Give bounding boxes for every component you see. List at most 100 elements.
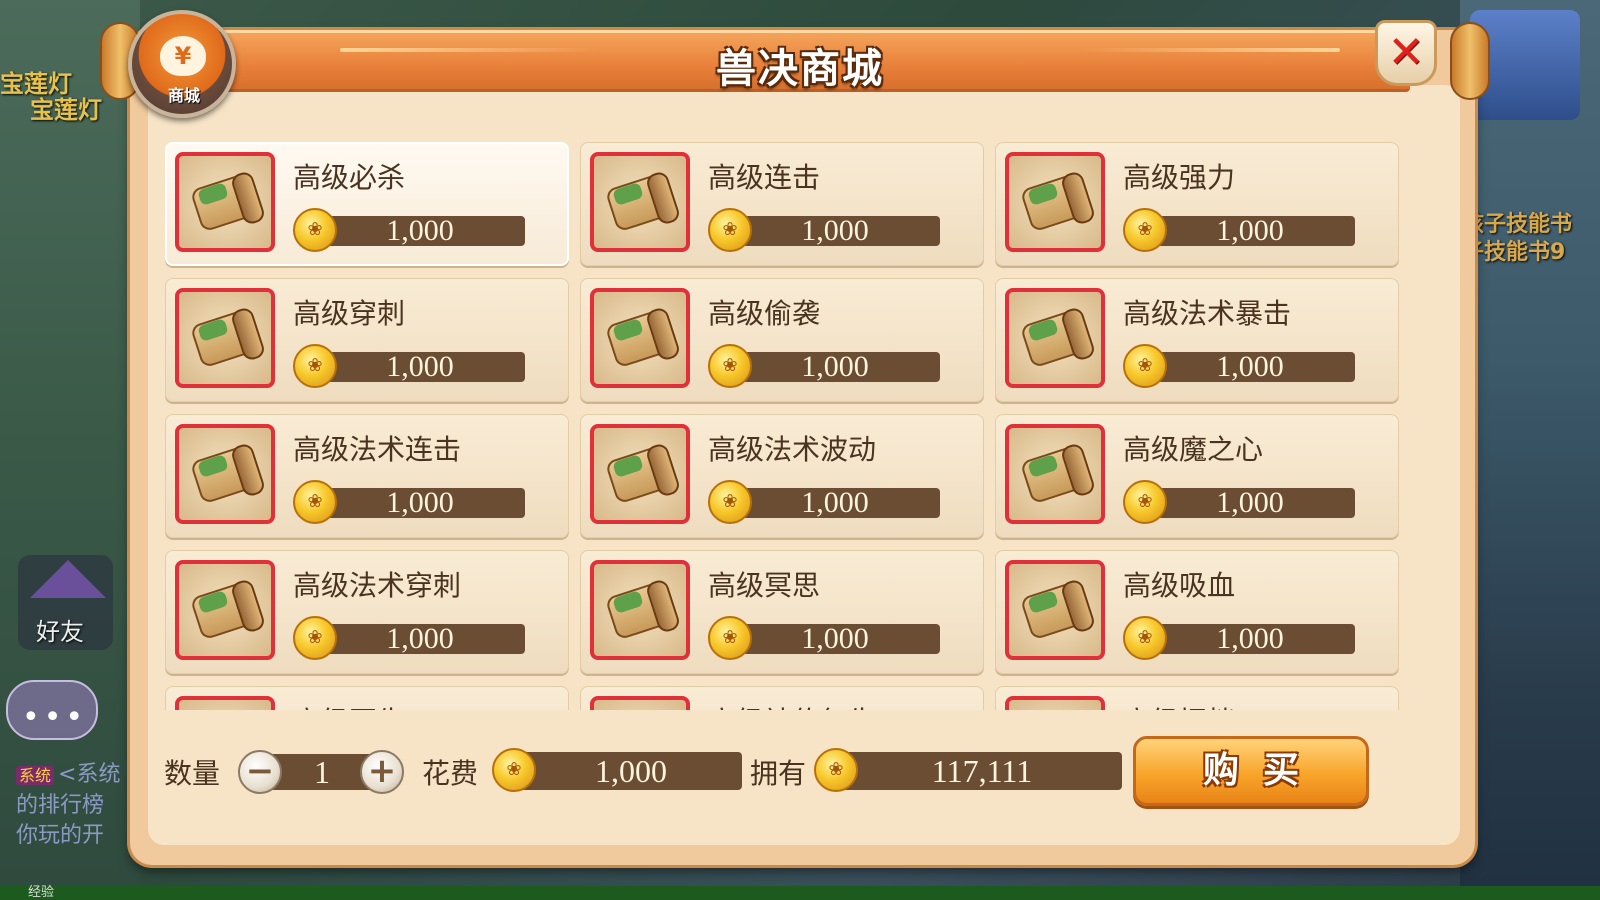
skill-book-scroll-icon [1005,424,1105,524]
item-name: 高级必杀 [293,161,406,194]
chat-bubble-icon: ••• [22,700,88,735]
coin-icon: ❀ [1123,480,1167,524]
item-card[interactable]: 高级法术穿刺 1,000 ❀ [165,550,569,674]
item-grid: 高级必杀 1,000 ❀ 高级连击 1,000 ❀ 高级强力 1,000 ❀ 高级穿刺 1,000 ❀… [165,142,1405,710]
item-price: 1,000 [1145,488,1355,518]
item-card[interactable]: 高级法术暴击 1,000 ❀ [995,278,1399,402]
item-name: 高级穿刺 [293,297,406,330]
item-name: 高级偷袭 [708,297,821,330]
item-card[interactable]: 高级再生1,000❀ [165,686,569,710]
title-ornament-left [340,48,600,52]
cost-label: 花费 [422,757,479,790]
item-name: 高级强力 [1123,161,1236,194]
shop-badge-label: 商城 [167,86,200,105]
skill-book-scroll-icon [590,560,690,660]
title-ornament-right [1080,48,1340,52]
experience-bar [0,886,1600,900]
item-price: 1,000 [730,352,940,382]
item-card[interactable]: 高级偷袭 1,000 ❀ [580,278,984,402]
decrease-quantity-button[interactable]: − [238,750,282,794]
item-price: 1,000 [315,488,525,518]
item-card[interactable]: 高级穿刺 1,000 ❀ [165,278,569,402]
item-card[interactable]: 高级魔之心 1,000 ❀ [995,414,1399,538]
skill-book-scroll-icon [175,288,275,388]
coin-icon: ❀ [293,480,337,524]
coin-icon: ❀ [708,616,752,660]
skill-book-scroll-icon [1005,152,1105,252]
system-line-1: <系统 [58,762,121,787]
item-card[interactable]: 高级吸血 1,000 ❀ [995,550,1399,674]
increase-quantity-button[interactable]: + [360,750,404,794]
item-name: 高级吸血 [1123,569,1236,602]
item-card[interactable]: 高级招档1,000❀ [995,686,1399,710]
item-price: 1,000 [1145,216,1355,246]
owned-value: 117,111 [842,752,1122,790]
item-list[interactable]: 高级必杀 1,000 ❀ 高级连击 1,000 ❀ 高级强力 1,000 ❀ 高级穿刺 1,000 ❀… [165,142,1405,710]
wizard-hat-icon [30,560,106,598]
friend-label: 好友 [36,618,84,646]
skill-book-scroll-icon [1005,696,1105,710]
buy-button[interactable]: 购买 [1133,736,1369,806]
experience-label: 经验 [28,885,55,900]
item-name: 高级法术波动 [708,433,877,466]
coin-icon: ❀ [492,748,536,792]
item-name: 高级招档 [1123,700,1235,710]
cost-value: 1,000 [520,752,742,790]
item-card[interactable]: 高级法术波动 1,000 ❀ [580,414,984,538]
item-price: 1,000 [1145,352,1355,382]
item-card[interactable]: 高级神佑复生1,000❀ [580,686,984,710]
item-card[interactable]: 高级强力 1,000 ❀ [995,142,1399,266]
coin-icon: ❀ [1123,616,1167,660]
system-line-3: 你玩的开 [16,823,105,848]
money-bag-icon: ¥ [160,36,206,76]
skill-book-scroll-icon [590,152,690,252]
coin-icon: ❀ [708,208,752,252]
system-message: 系统 <系统 的排行榜 你玩的开 [16,760,146,851]
quantity-label: 数量 [164,757,221,790]
item-price: 1,000 [315,216,525,246]
skill-book-scroll-icon [175,696,275,710]
skill-book-scroll-icon [590,424,690,524]
skill-book-scroll-icon [1005,288,1105,388]
item-price: 1,000 [315,352,525,382]
item-card[interactable]: 高级冥思 1,000 ❀ [580,550,984,674]
owned-label: 拥有 [750,757,807,790]
item-name: 高级连击 [708,161,821,194]
dialog-title: 兽决商城 [716,46,884,92]
close-button[interactable]: ✕ [1375,20,1437,86]
background-right-scene [1460,0,1600,900]
scroll-roll-right-decoration [1450,22,1490,100]
item-price: 1,000 [730,216,940,246]
item-name: 高级冥思 [708,569,821,602]
coin-icon: ❀ [1123,344,1167,388]
coin-icon: ❀ [814,748,858,792]
coin-icon: ❀ [293,344,337,388]
item-name: 高级法术暴击 [1123,297,1292,330]
coin-icon: ❀ [708,480,752,524]
bg-right-text-2: 子技能书9 [1462,240,1566,265]
skill-book-scroll-icon [590,696,690,710]
item-price: 1,000 [315,624,525,654]
skill-book-scroll-icon [175,152,275,252]
item-name: 高级法术连击 [293,433,462,466]
skill-book-scroll-icon [175,424,275,524]
skill-book-scroll-icon [1005,560,1105,660]
item-name: 高级法术穿刺 [293,569,462,602]
item-name: 高级再生 [293,700,405,710]
item-price: 1,000 [1145,624,1355,654]
item-card[interactable]: 高级法术连击 1,000 ❀ [165,414,569,538]
coin-icon: ❀ [1123,208,1167,252]
item-card[interactable]: 高级连击 1,000 ❀ [580,142,984,266]
coin-icon: ❀ [293,208,337,252]
skill-book-scroll-icon [175,560,275,660]
item-price: 1,000 [730,488,940,518]
item-name: 高级神佑复生 [708,700,876,710]
system-line-2: 的排行榜 [16,793,105,818]
system-badge: 系统 [16,766,55,785]
item-card[interactable]: 高级必杀 1,000 ❀ [165,142,569,266]
bg-lantern-text-2: 宝莲灯 [30,96,102,124]
skill-book-scroll-icon [590,288,690,388]
coin-icon: ❀ [293,616,337,660]
coin-icon: ❀ [708,344,752,388]
item-name: 高级魔之心 [1123,433,1264,466]
